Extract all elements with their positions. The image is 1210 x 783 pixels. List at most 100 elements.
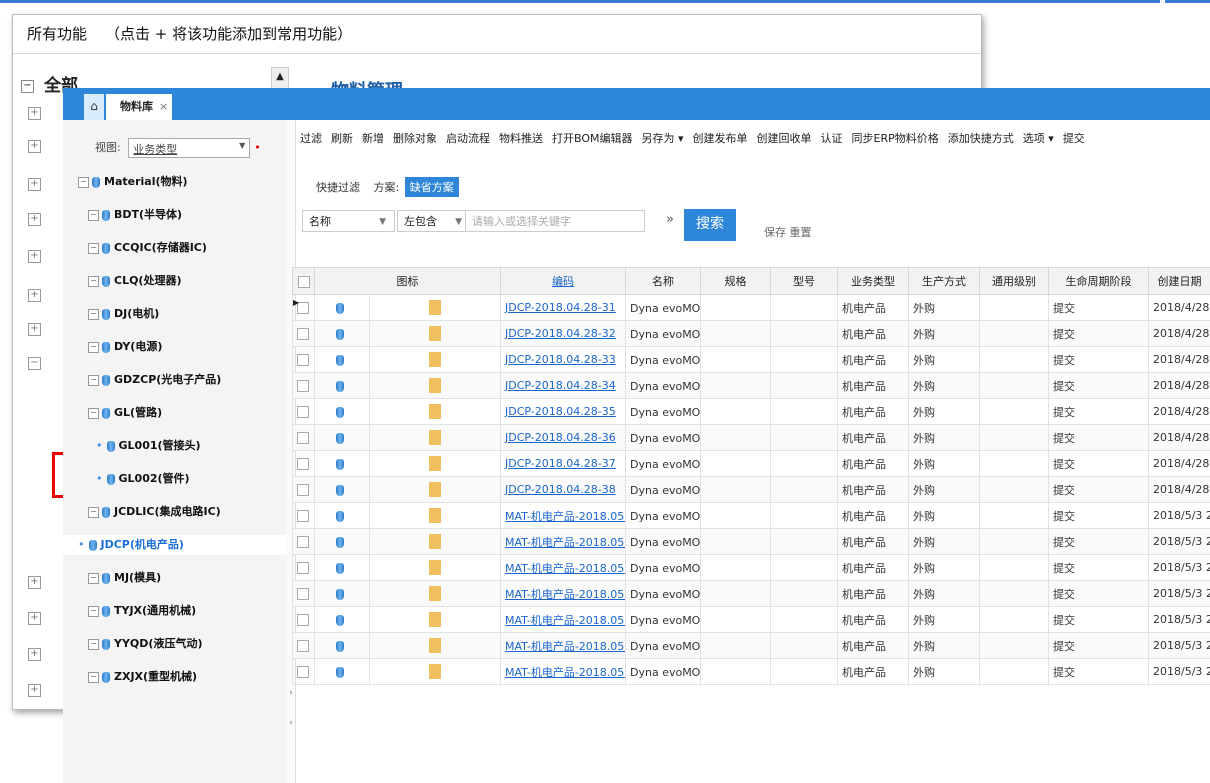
code-link-text[interactable]: JDCP-2018.04.28-31: [505, 301, 616, 314]
leaf-dot-icon[interactable]: •: [78, 538, 85, 551]
code-link-text[interactable]: JDCP-2018.04.28-38: [505, 483, 616, 496]
code-link-text[interactable]: MAT-机电产品-2018.05.03-44: [505, 666, 625, 679]
table-row[interactable]: JDCP-2018.04.28-35 Dyna evoMOTOR发动机-E 机电产品…: [292, 398, 1210, 425]
column-header[interactable]: 规格: [700, 267, 771, 295]
tree-node[interactable]: • GL001(管接头): [96, 436, 201, 456]
collapse-icon[interactable]: −: [88, 275, 99, 287]
keyword-input[interactable]: 请输入或选择关键字: [465, 210, 645, 232]
toolbar-button[interactable]: 创建回收单: [757, 132, 812, 145]
tree-node[interactable]: − TYJX(通用机械): [88, 601, 196, 621]
code-link-text[interactable]: JDCP-2018.04.28-34: [505, 379, 616, 392]
table-row[interactable]: JDCP-2018.04.28-32 Dyna evoMOTOR发动机-B 机电产品…: [292, 320, 1210, 347]
tree-node[interactable]: − CLQ(处理器): [88, 271, 182, 291]
collapse-icon[interactable]: −: [88, 374, 99, 386]
collapse-icon[interactable]: −: [88, 638, 99, 650]
code-link[interactable]: JDCP-2018.04.28-37: [500, 450, 626, 477]
toolbar-button[interactable]: 提交: [1063, 132, 1085, 145]
expand-icon[interactable]: +: [28, 178, 41, 191]
tree-node[interactable]: • GL002(管件): [96, 469, 190, 489]
table-row[interactable]: MAT-机电产品-2018.05.03-43 Dyna evoMOTOR发动机-N…: [292, 632, 1210, 659]
toolbar-button[interactable]: 物料推送: [499, 132, 543, 145]
toolbar-button[interactable]: 添加快捷方式: [948, 132, 1014, 145]
tree-node[interactable]: − Material(物料): [78, 172, 188, 192]
code-link[interactable]: JDCP-2018.04.28-32: [500, 320, 626, 347]
collapse-icon[interactable]: −: [88, 572, 99, 584]
filter-field-select[interactable]: 名称 ▼: [302, 210, 395, 232]
filter-operator-select[interactable]: 左包含 ▼: [397, 210, 471, 232]
tree-node[interactable]: • JDCP(机电产品): [63, 535, 287, 555]
home-icon[interactable]: ⌂: [84, 94, 104, 120]
collapse-icon[interactable]: −: [88, 341, 99, 353]
row-checkbox[interactable]: [292, 320, 315, 347]
code-link[interactable]: JDCP-2018.04.28-35: [500, 398, 626, 425]
save-link[interactable]: 保存: [764, 226, 786, 239]
row-checkbox[interactable]: [292, 476, 315, 503]
collapse-icon[interactable]: −: [28, 357, 41, 370]
column-header[interactable]: 编码: [500, 267, 626, 295]
collapse-right-icon[interactable]: ›: [287, 688, 295, 698]
code-link[interactable]: MAT-机电产品-2018.05.03-41: [500, 580, 626, 607]
code-link[interactable]: MAT-机电产品-2018.05.03-44: [500, 658, 626, 685]
collapse-icon[interactable]: −: [88, 605, 99, 617]
toolbar-button[interactable]: 过滤: [300, 132, 322, 145]
column-header[interactable]: 创建日期: [1148, 267, 1210, 295]
scheme-default-button[interactable]: 缺省方案: [404, 177, 459, 197]
code-link-text[interactable]: JDCP-2018.04.28-32: [505, 327, 616, 340]
toolbar-button[interactable]: 启动流程: [446, 132, 490, 145]
tab-material-library[interactable]: 物料库 ×: [106, 94, 172, 120]
toolbar-button[interactable]: 新增: [362, 132, 384, 145]
leaf-dot-icon[interactable]: •: [96, 472, 103, 485]
column-header[interactable]: 图标: [314, 267, 501, 295]
expand-icon[interactable]: +: [28, 250, 41, 263]
code-link[interactable]: MAT-机电产品-2018.05.03-39: [500, 528, 626, 555]
column-header[interactable]: 生产方式: [908, 267, 980, 295]
toolbar-button[interactable]: 打开BOM编辑器: [552, 132, 633, 145]
tree-node[interactable]: − DY(电源): [88, 337, 162, 357]
collapse-icon[interactable]: −: [88, 209, 99, 221]
toolbar-button[interactable]: 选项 ▾: [1023, 132, 1054, 145]
collapse-icon[interactable]: −: [78, 176, 89, 188]
row-checkbox[interactable]: [292, 450, 315, 477]
collapse-icon[interactable]: −: [21, 79, 34, 93]
tree-node[interactable]: − MJ(模具): [88, 568, 161, 588]
row-checkbox[interactable]: [292, 528, 315, 555]
table-row[interactable]: MAT-机电产品-2018.05.03-39 Dyna evoMOTOR发动机-J…: [292, 528, 1210, 555]
collapse-left-icon[interactable]: ‹: [287, 718, 295, 728]
code-link[interactable]: MAT-机电产品-2018.05.03-42: [500, 606, 626, 633]
table-row[interactable]: JDCP-2018.04.28-34 Dyna evoMOTOR发动机-D 机电产品…: [292, 372, 1210, 399]
expand-icon[interactable]: +: [28, 612, 41, 625]
code-link[interactable]: JDCP-2018.04.28-33: [500, 346, 626, 373]
tree-node[interactable]: − ZXJX(重型机械): [88, 667, 197, 687]
row-checkbox[interactable]: [292, 346, 315, 373]
collapse-icon[interactable]: −: [88, 308, 99, 320]
search-button[interactable]: 搜索: [684, 209, 736, 241]
expand-icon[interactable]: +: [28, 107, 41, 120]
toolbar-button[interactable]: 另存为 ▾: [642, 132, 684, 145]
table-row[interactable]: MAT-机电产品-2018.05.03-1 Dyna evoMOTOR发动机-I 机…: [292, 502, 1210, 529]
toolbar-button[interactable]: 认证: [821, 132, 843, 145]
expand-icon[interactable]: +: [28, 648, 41, 661]
row-checkbox[interactable]: [292, 554, 315, 581]
collapse-icon[interactable]: −: [88, 506, 99, 518]
table-row[interactable]: JDCP-2018.04.28-36 Dyna evoMOTOR发动机-F 机电产品…: [292, 424, 1210, 451]
table-row[interactable]: JDCP-2018.04.28-33 Dyna evoMOTOR发动机-C 机电产品…: [292, 346, 1210, 373]
toolbar-button[interactable]: 删除对象: [393, 132, 437, 145]
expand-icon[interactable]: +: [28, 213, 41, 226]
tree-node[interactable]: − JCDLIC(集成电路IC): [88, 502, 221, 522]
expand-icon[interactable]: +: [28, 576, 41, 589]
collapse-icon[interactable]: −: [88, 671, 99, 683]
code-link-text[interactable]: MAT-机电产品-2018.05.03-40: [505, 562, 625, 575]
code-link[interactable]: MAT-机电产品-2018.05.03-43: [500, 632, 626, 659]
collapse-icon[interactable]: −: [88, 407, 99, 419]
row-checkbox[interactable]: [292, 372, 315, 399]
code-link-text[interactable]: MAT-机电产品-2018.05.03-39: [505, 536, 625, 549]
expand-icon[interactable]: +: [28, 289, 41, 302]
code-link-text[interactable]: JDCP-2018.04.28-33: [505, 353, 616, 366]
code-link-text[interactable]: MAT-机电产品-2018.05.03-1: [505, 510, 625, 523]
code-link[interactable]: JDCP-2018.04.28-34: [500, 372, 626, 399]
table-row[interactable]: JDCP-2018.04.28-37 Dyna evoMOTOR发动机-G 机电产品…: [292, 450, 1210, 477]
code-link-text[interactable]: MAT-机电产品-2018.05.03-43: [505, 640, 625, 653]
table-row[interactable]: MAT-机电产品-2018.05.03-40 Dyna evoMOTOR发动机-K…: [292, 554, 1210, 581]
row-checkbox[interactable]: [292, 398, 315, 425]
code-link-text[interactable]: MAT-机电产品-2018.05.03-41: [505, 588, 625, 601]
